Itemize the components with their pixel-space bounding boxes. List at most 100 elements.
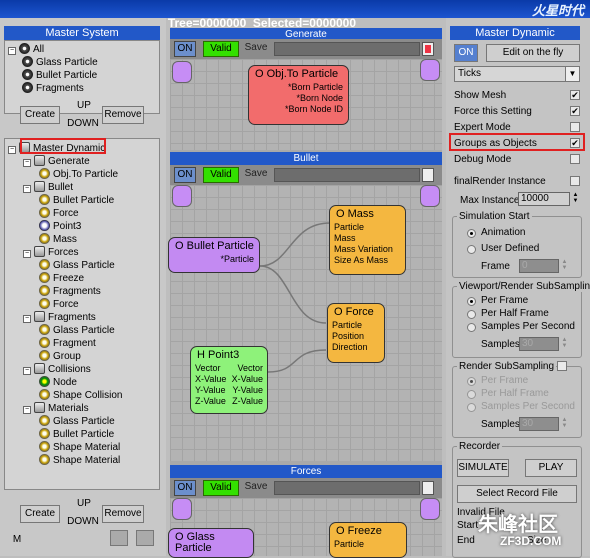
show-mesh-checkbox[interactable]: ✔ <box>570 90 580 100</box>
select-record-file-button[interactable]: Select Record File <box>457 485 577 503</box>
stub-node[interactable] <box>420 498 440 520</box>
remove-button-2[interactable]: Remove <box>102 505 144 523</box>
mass-node[interactable]: O Mass Particle Mass Mass Variation Size… <box>329 205 406 275</box>
time-mode-dropdown[interactable]: Ticks ▼ <box>454 66 580 82</box>
color-swatch[interactable] <box>422 42 434 56</box>
tree-item[interactable]: Fragments <box>22 82 84 95</box>
tree-item[interactable]: Obj.To Particle <box>39 168 118 181</box>
samples-field[interactable]: 30 <box>519 337 559 351</box>
collapse-icon[interactable]: − <box>23 315 31 323</box>
per-half-frame-radio[interactable] <box>467 390 476 399</box>
collapse-icon[interactable]: − <box>23 406 31 414</box>
tree-item[interactable]: − Bullet <box>23 181 73 194</box>
tree-item[interactable]: Bullet Particle <box>39 428 114 441</box>
up-button-2[interactable]: UP <box>70 496 98 514</box>
remove-button[interactable]: Remove <box>102 106 144 124</box>
tree-item[interactable]: Fragments <box>39 285 101 298</box>
on-toggle[interactable]: ON <box>454 44 478 62</box>
master-system-header[interactable]: Master System <box>4 26 160 40</box>
tree-item[interactable]: Bullet Particle <box>22 69 97 82</box>
freeze-node[interactable]: O Freeze Particle <box>329 522 407 558</box>
forces-section-header[interactable]: Forces <box>170 465 442 478</box>
debug-mode-checkbox[interactable] <box>570 154 580 164</box>
down-button[interactable]: DOWN <box>64 116 102 134</box>
per-frame-radio[interactable] <box>467 377 476 386</box>
tree-item[interactable]: − Fragments <box>23 311 96 324</box>
collapse-icon[interactable]: − <box>8 47 16 55</box>
tree-item[interactable]: − Generate <box>23 155 90 168</box>
save-button[interactable]: Save <box>242 41 270 57</box>
collapse-icon[interactable]: − <box>23 159 31 167</box>
collapse-icon[interactable]: − <box>23 185 31 193</box>
tree-item-all[interactable]: − All <box>8 43 44 56</box>
tree-item[interactable]: Glass Particle <box>39 324 115 337</box>
tree-item[interactable]: Group <box>39 350 81 363</box>
tree-item[interactable]: Glass Particle <box>39 259 115 272</box>
spinner-arrows-icon[interactable]: ▲ ▼ <box>561 417 568 431</box>
valid-button[interactable]: Valid <box>203 480 239 496</box>
tree-item[interactable]: − Materials <box>23 402 89 415</box>
save-button[interactable]: Save <box>242 167 270 183</box>
layout-icon[interactable] <box>110 530 128 546</box>
spinner-arrows-icon[interactable]: ▲ ▼ <box>572 192 579 206</box>
frame-field[interactable]: 0 <box>519 259 559 273</box>
m-button[interactable]: M <box>8 532 26 550</box>
stub-node[interactable] <box>172 185 192 207</box>
chevron-down-icon[interactable]: ▼ <box>565 67 579 81</box>
per-half-frame-radio[interactable] <box>467 310 476 319</box>
glass-particle-node[interactable]: O Glass Particle <box>168 528 254 558</box>
on-button[interactable]: ON <box>174 41 196 57</box>
create-button-2[interactable]: Create <box>20 505 60 523</box>
collapse-icon[interactable]: − <box>23 250 31 258</box>
arrange-icon[interactable] <box>136 530 154 546</box>
tree-item[interactable]: − Forces <box>23 246 79 259</box>
tree-item[interactable]: Node <box>39 376 77 389</box>
up-button[interactable]: UP <box>70 98 98 116</box>
grid-icon[interactable] <box>422 481 434 495</box>
bullet-particle-node[interactable]: O Bullet Particle *Particle <box>168 237 260 273</box>
obj-to-particle-node[interactable]: O Obj.To Particle *Born Particle *Born N… <box>248 65 349 125</box>
tree-item[interactable]: Force <box>39 298 79 311</box>
samples-per-second-radio[interactable] <box>467 323 476 332</box>
animation-radio[interactable] <box>467 229 476 238</box>
tree-item[interactable]: Bullet Particle <box>39 194 114 207</box>
final-render-checkbox[interactable] <box>570 176 580 186</box>
valid-button[interactable]: Valid <box>203 167 239 183</box>
edit-on-fly-button[interactable]: Edit on the fly <box>486 44 580 62</box>
bullet-section-header[interactable]: Bullet <box>170 152 442 165</box>
tree-item[interactable]: Fragment <box>39 337 96 350</box>
create-button[interactable]: Create <box>20 106 60 124</box>
expert-mode-checkbox[interactable] <box>570 122 580 132</box>
stub-node[interactable] <box>420 59 440 81</box>
tree-item[interactable]: Force <box>39 207 79 220</box>
force-setting-checkbox[interactable]: ✔ <box>570 106 580 116</box>
tree-item[interactable]: Freeze <box>39 272 84 285</box>
tree-item[interactable]: Shape Collision <box>39 389 123 402</box>
valid-button[interactable]: Valid <box>203 41 239 57</box>
spinner-arrows-icon[interactable]: ▲ ▼ <box>561 337 568 351</box>
tree-item[interactable]: Glass Particle <box>39 415 115 428</box>
samples-per-second-radio[interactable] <box>467 403 476 412</box>
name-field[interactable] <box>274 42 420 56</box>
stub-node[interactable] <box>420 185 440 207</box>
max-instances-field[interactable]: 10000 <box>518 192 570 206</box>
down-button-2[interactable]: DOWN <box>64 514 102 532</box>
tree-item[interactable]: Shape Material <box>39 441 120 454</box>
collapse-icon[interactable]: − <box>8 146 16 154</box>
tree-item[interactable]: Point3 <box>39 220 81 233</box>
tree-item[interactable]: − Collisions <box>23 363 91 376</box>
render-subsampling-checkbox[interactable] <box>557 361 567 371</box>
stub-node[interactable] <box>172 498 192 520</box>
play-button[interactable]: PLAY <box>525 459 577 477</box>
collapse-icon[interactable]: − <box>23 367 31 375</box>
tree-item[interactable]: Mass <box>39 233 77 246</box>
on-button[interactable]: ON <box>174 480 196 496</box>
point3-node[interactable]: H Point3 Vector Vector X-Value X-Value Y-V… <box>190 346 268 414</box>
tree-item[interactable]: Shape Material <box>39 454 120 467</box>
force-node[interactable]: O Force Particle Position Direction <box>327 303 385 363</box>
grid-icon[interactable] <box>422 168 434 182</box>
tree-item[interactable]: Glass Particle <box>22 56 98 69</box>
simulate-button[interactable]: SIMULATE <box>457 459 509 477</box>
per-frame-radio[interactable] <box>467 297 476 306</box>
name-field[interactable] <box>274 168 420 182</box>
